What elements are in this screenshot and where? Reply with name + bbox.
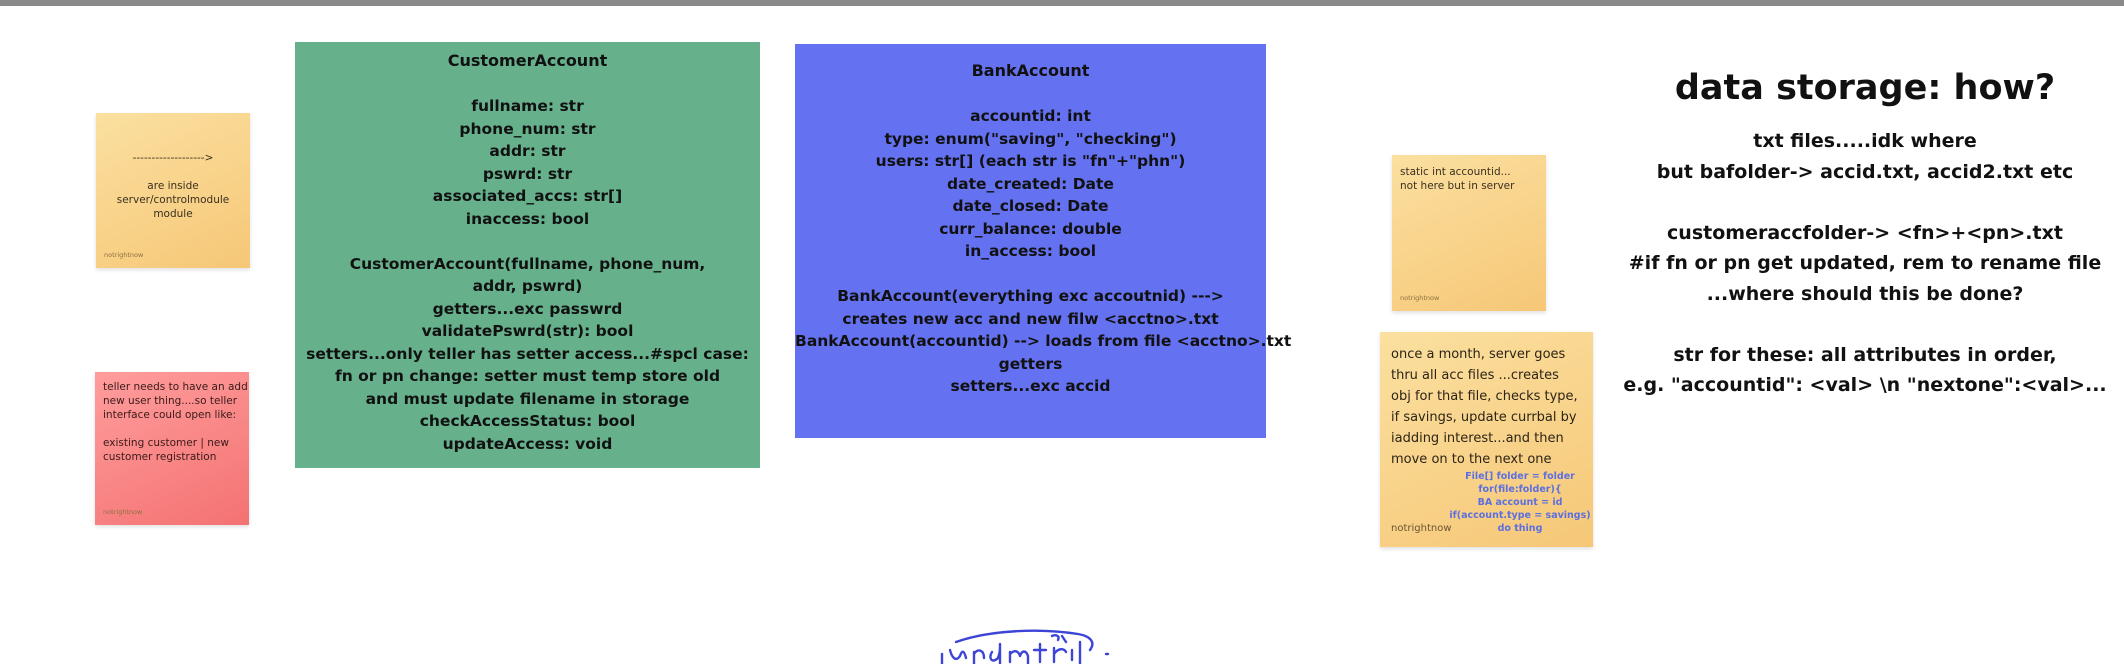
data-storage-line xyxy=(1610,309,2120,340)
handwritten-code-snippet: File[] folder = folder for(file:folder){… xyxy=(1430,470,1610,535)
bank-account-line: getters xyxy=(998,354,1063,373)
bank-account-line: type: enum("saving", "checking") xyxy=(884,129,1177,148)
sticky-note-line: if savings, update currbal by xyxy=(1391,410,1577,425)
bank-account-line: curr_balance: double xyxy=(939,219,1122,238)
sticky-note-line: static int accountid... xyxy=(1400,166,1511,178)
bank-account-line: date_created: Date xyxy=(947,174,1114,193)
data-storage-heading: data storage: how? xyxy=(1674,68,2056,108)
customer-account-line: associated_accs: str[] xyxy=(432,187,623,205)
bank-account-line xyxy=(795,83,1266,106)
sticky-note-line: interface could open like: xyxy=(103,409,237,421)
code-line: do thing xyxy=(1497,523,1543,534)
data-storage-line: e.g. "accountid": <val> \n "nextone":<va… xyxy=(1623,374,2107,396)
data-storage-line: ...where should this be done? xyxy=(1706,282,2024,305)
sticky-note-author: notrightnow xyxy=(1391,523,1452,534)
customer-account-line xyxy=(295,230,760,253)
bank-account-line: BankAccount(everything exc accoutnid) --… xyxy=(837,287,1224,305)
sticky-note-line: teller needs to have an add xyxy=(103,381,248,393)
sticky-note-line: -------------------> xyxy=(132,152,214,164)
bank-account-title: BankAccount xyxy=(971,61,1090,80)
customer-account-line: CustomerAccount(fullname, phone_num, xyxy=(349,254,706,273)
customer-account-title: CustomerAccount xyxy=(447,51,608,70)
customer-account-line: fn or pn change: setter must temp store … xyxy=(334,367,721,385)
canvas-top-bar xyxy=(0,0,2124,6)
bank-account-line: BankAccount(accountid) --> loads from fi… xyxy=(795,332,1292,350)
sticky-note-line: not here but in server xyxy=(1400,180,1515,192)
sticky-note-arrow[interactable]: -------------------> are inside server/c… xyxy=(96,113,250,268)
sticky-note-line: module xyxy=(153,208,193,220)
data-storage-line: customeraccfolder-> <fn>+<pn>.txt xyxy=(1667,221,2063,244)
bank-account-line: in_access: bool xyxy=(964,242,1097,260)
customer-account-line: validatePswrd(str): bool xyxy=(421,322,634,340)
data-storage-line: str for these: all attributes in order, xyxy=(1673,343,2057,366)
customer-account-line: fullname: str xyxy=(471,97,584,115)
code-line: for(file:folder){ xyxy=(1478,484,1562,495)
sticky-note-static-accountid[interactable]: static int accountid... not here but in … xyxy=(1392,155,1546,311)
bank-account-body: accountid: int type: enum("saving", "che… xyxy=(795,83,1292,398)
handwritten-scribble[interactable] xyxy=(930,628,1170,664)
sticky-note-line xyxy=(96,165,250,179)
code-line: if(account.type = savings) xyxy=(1449,510,1591,521)
sticky-note-line: server/controlmodule xyxy=(116,194,230,206)
sticky-note-author: notrightnow xyxy=(1400,294,1440,302)
customer-account-line: checkAccessStatus: bool xyxy=(419,412,636,430)
data-storage-notes[interactable]: data storage: how? txt files.....idk whe… xyxy=(1610,58,2120,401)
customer-account-line: pswrd: str xyxy=(482,164,573,183)
customer-account-line: inaccess: bool xyxy=(465,209,590,228)
sticky-note-line: iadding interest...and then xyxy=(1391,431,1564,446)
sticky-note-author: notrightnow xyxy=(103,508,143,516)
customer-account-line: setters...only teller has setter access.… xyxy=(306,344,749,363)
sticky-note-teller[interactable]: teller needs to have an add new user thi… xyxy=(95,372,249,525)
code-line: BA account = id xyxy=(1477,497,1563,508)
customer-account-card[interactable]: CustomerAccount fullname: str phone_num:… xyxy=(295,42,760,468)
scribble-drawing xyxy=(940,629,1110,664)
data-storage-line: #if fn or pn get updated, rem to rename … xyxy=(1628,252,2102,274)
customer-account-line: phone_num: str xyxy=(459,119,596,138)
bank-account-line: date_closed: Date xyxy=(952,197,1109,215)
sticky-note-line xyxy=(103,422,243,436)
sticky-note-line: existing customer | new xyxy=(103,437,229,449)
customer-account-line: getters...exc passwrd xyxy=(432,299,623,318)
data-storage-line xyxy=(1610,187,2120,218)
sticky-note-line: thru all acc files ...creates xyxy=(1391,368,1559,383)
customer-account-line xyxy=(295,73,760,96)
sticky-note-line: customer registration xyxy=(103,451,217,463)
customer-account-line: addr: str xyxy=(489,142,566,160)
bank-account-line: users: str[] (each str is "fn"+"phn") xyxy=(875,152,1186,170)
sticky-note-line: new user thing....so teller xyxy=(103,395,238,407)
customer-account-line: updateAccess: void xyxy=(442,434,613,453)
code-line: File[] folder = folder xyxy=(1465,471,1575,482)
customer-account-body: fullname: str phone_num: str addr: str p… xyxy=(295,73,760,456)
data-storage-line: txt files.....idk where xyxy=(1753,130,1977,152)
data-storage-line: but bafolder-> accid.txt, accid2.txt etc xyxy=(1656,160,2074,183)
sticky-note-monthly-interest[interactable]: once a month, server goes thru all acc f… xyxy=(1380,332,1593,547)
sticky-note-line: once a month, server goes xyxy=(1391,347,1566,362)
sticky-note-author: notrightnow xyxy=(104,251,144,259)
sticky-note-line: obj for that file, checks type, xyxy=(1391,389,1578,404)
bank-account-card[interactable]: BankAccount accountid: int type: enum("s… xyxy=(795,44,1292,438)
bank-account-line xyxy=(795,263,1266,286)
bank-account-line: creates new acc and new filw <acctno>.tx… xyxy=(842,309,1219,328)
sticky-note-line: are inside xyxy=(147,180,199,192)
bank-account-line: setters...exc accid xyxy=(950,377,1111,395)
bank-account-line: accountid: int xyxy=(970,107,1091,125)
sticky-note-line: move on to the next one xyxy=(1391,452,1552,467)
customer-account-line: and must update filename in storage xyxy=(365,389,690,408)
customer-account-line: addr, pswrd) xyxy=(472,277,583,295)
